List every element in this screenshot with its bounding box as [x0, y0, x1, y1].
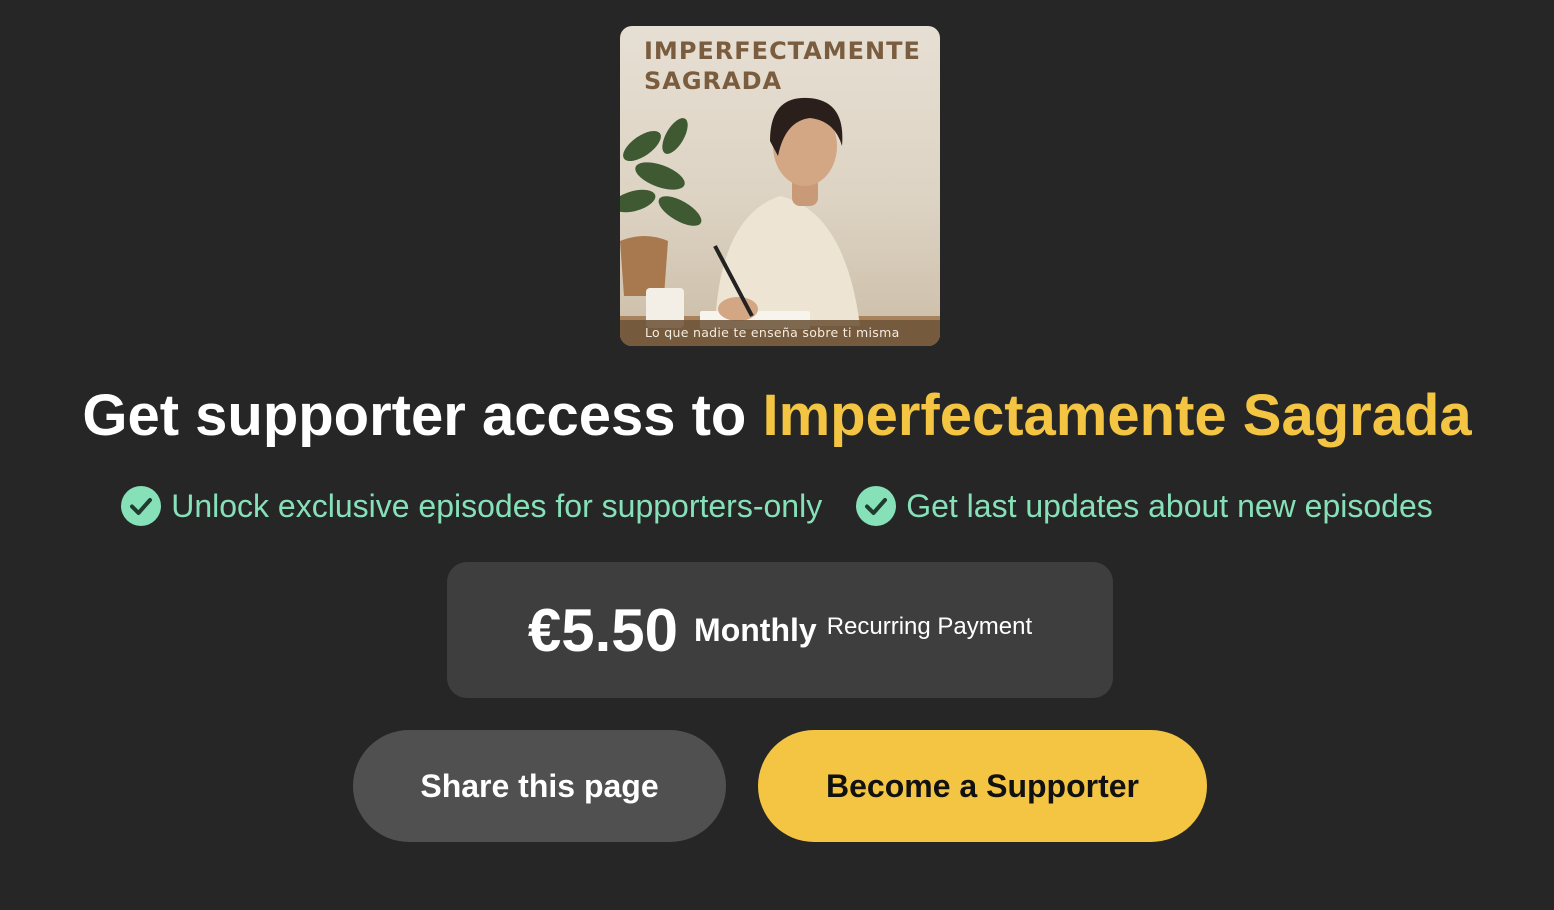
share-page-button[interactable]: Share this page	[353, 730, 726, 842]
feature-list: Unlock exclusive episodes for supporters…	[0, 484, 1554, 528]
check-circle-icon	[121, 486, 162, 526]
page-title: Get supporter access to Imperfectamente …	[0, 380, 1554, 452]
feature-label: Unlock exclusive episodes for supporters…	[171, 488, 823, 524]
check-circle-icon	[856, 486, 897, 526]
supporter-page: IMPERFECTAMENTE SAGRADA Lo que nadie te …	[0, 0, 1554, 910]
podcast-cover-image: IMPERFECTAMENTE SAGRADA Lo que nadie te …	[620, 26, 940, 346]
price-frequency: Monthly	[694, 611, 817, 648]
feature-item: Unlock exclusive episodes for supporters…	[121, 484, 822, 528]
price-box: €5.50 Monthly Recurring Payment	[447, 562, 1113, 698]
price-amount: €5.50	[527, 596, 679, 664]
become-supporter-button[interactable]: Become a Supporter	[758, 730, 1207, 842]
podcast-name: Imperfectamente Sagrada	[762, 383, 1472, 448]
price-note: Recurring Payment	[826, 613, 1033, 640]
cover-caption: Lo que nadie te enseña sobre ti misma	[620, 320, 940, 346]
feature-label: Get last updates about new episodes	[906, 488, 1433, 524]
feature-item: Get last updates about new episodes	[856, 484, 1433, 528]
cover-title: IMPERFECTAMENTE SAGRADA	[644, 37, 921, 95]
title-prefix: Get supporter access to	[82, 383, 763, 448]
